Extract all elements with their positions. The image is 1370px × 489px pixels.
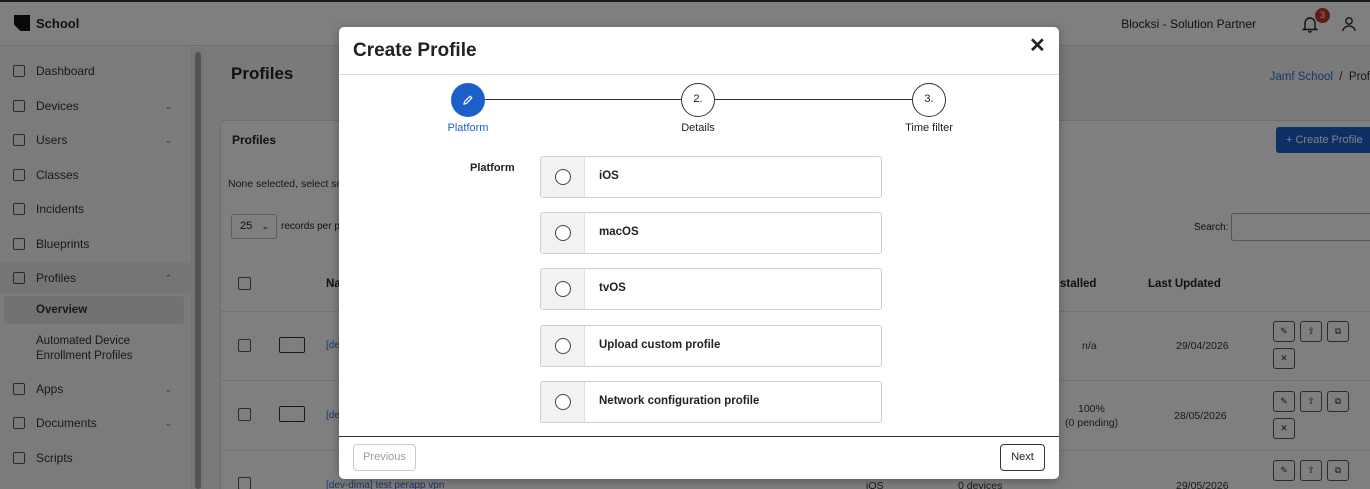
next-button[interactable]: Next: [1000, 444, 1045, 471]
radio-button[interactable]: [555, 225, 571, 241]
platform-option-label: iOS: [599, 170, 619, 182]
platform-option-tvos[interactable]: tvOS: [540, 268, 882, 310]
step-time-filter[interactable]: 3.: [912, 83, 946, 117]
radio-cell: [541, 213, 585, 253]
modal-header: Create Profile ✕: [339, 27, 1059, 75]
platform-option-upload-custom[interactable]: Upload custom profile: [540, 325, 882, 367]
modal-title: Create Profile: [353, 40, 477, 61]
platform-option-label: Network configuration profile: [599, 395, 760, 407]
step-label-platform: Platform: [447, 122, 489, 134]
step-platform[interactable]: [451, 83, 485, 117]
radio-button[interactable]: [555, 338, 571, 354]
platform-field-label: Platform: [470, 162, 515, 174]
pencil-icon: [463, 95, 473, 105]
step-details[interactable]: 2.: [681, 83, 715, 117]
previous-button[interactable]: Previous: [353, 444, 416, 471]
radio-button[interactable]: [555, 169, 571, 185]
radio-cell: [541, 157, 585, 197]
platform-option-label: macOS: [599, 226, 639, 238]
stepper-connector: [484, 99, 681, 100]
platform-option-label: Upload custom profile: [599, 339, 721, 351]
radio-button[interactable]: [555, 394, 571, 410]
stepper-connector: [715, 99, 912, 100]
modal-footer: Previous Next: [339, 436, 1059, 479]
create-profile-modal: Create Profile ✕ 2. 3. Platform Details …: [339, 27, 1059, 479]
step-label-time-filter: Time filter: [905, 122, 953, 134]
platform-option-ios[interactable]: iOS: [540, 156, 882, 198]
radio-cell: [541, 382, 585, 422]
platform-option-network-config[interactable]: Network configuration profile: [540, 381, 882, 423]
radio-button[interactable]: [555, 281, 571, 297]
radio-cell: [541, 326, 585, 366]
platform-option-label: tvOS: [599, 282, 626, 294]
radio-cell: [541, 269, 585, 309]
close-icon[interactable]: ✕: [1029, 36, 1046, 56]
step-label-details: Details: [681, 122, 715, 134]
platform-option-macos[interactable]: macOS: [540, 212, 882, 254]
